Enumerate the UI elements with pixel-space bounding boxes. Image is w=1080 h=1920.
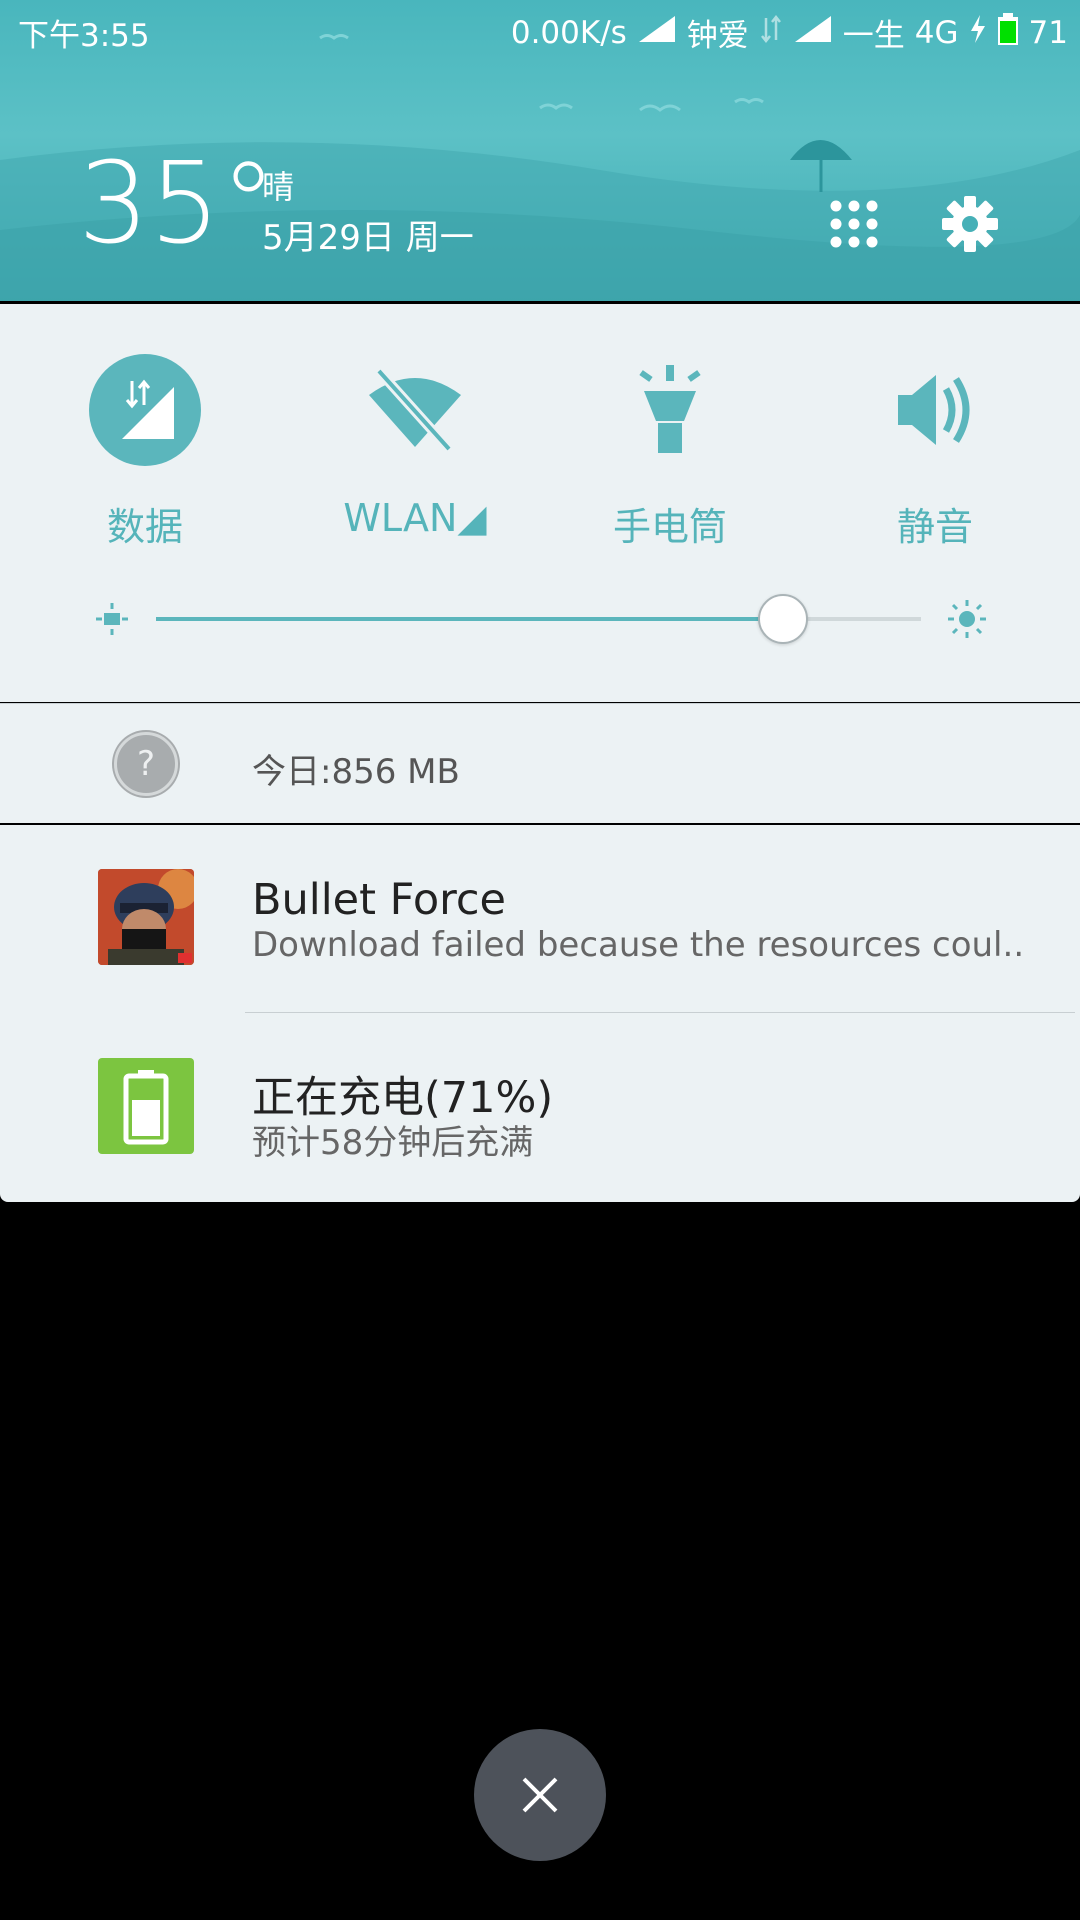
- temperature: 35°: [78, 139, 277, 269]
- signal-icon-2: [793, 14, 833, 52]
- help-icon: ?: [114, 732, 178, 796]
- notification-bullet-force[interactable]: Bullet Force Download failed because the…: [0, 825, 1080, 1013]
- tile-label: 手电筒: [612, 505, 727, 549]
- gear-icon: [942, 196, 998, 252]
- tile-flashlight[interactable]: 手电筒: [560, 354, 780, 551]
- tile-mobile-data[interactable]: 数据: [35, 354, 255, 551]
- close-icon: [522, 1777, 558, 1813]
- wifi-off-icon: [359, 354, 471, 466]
- data-usage-text: 今日:856 MB: [252, 752, 460, 792]
- notification-charging[interactable]: 正在充电(71%) 预计58分钟后充满: [0, 1013, 1080, 1201]
- brightness-thumb[interactable]: [758, 594, 809, 644]
- notification-subtitle: 预计58分钟后充满: [252, 1123, 534, 1163]
- settings-button[interactable]: [940, 194, 1000, 254]
- tile-label: 数据: [106, 505, 183, 549]
- battery-icon: [997, 12, 1019, 53]
- brightness-slider[interactable]: [96, 594, 986, 644]
- status-time: 下午3:55: [18, 18, 150, 54]
- tile-label: WLAN◢: [343, 496, 487, 540]
- notification-title: Bullet Force: [252, 875, 506, 925]
- brightness-track-fill: [156, 617, 784, 621]
- net-speed: 0.00K/s: [510, 14, 627, 51]
- mobile-data-icon: [89, 354, 201, 466]
- battery-percent: 71: [1028, 14, 1068, 51]
- tile-wlan[interactable]: WLAN◢: [305, 354, 525, 540]
- grid-icon: [830, 200, 878, 248]
- notification-subtitle: Download failed because the resources co…: [252, 925, 1025, 965]
- tile-label: 静音: [896, 505, 973, 549]
- toggles-grid-button[interactable]: [828, 198, 880, 250]
- network-type: 4G: [914, 14, 959, 51]
- carrier-2: 一生: [842, 18, 905, 54]
- notification-list: Bullet Force Download failed because the…: [0, 825, 1080, 1202]
- notification-header: 下午3:55 0.00K/s 钟爱 一生 4G 71 35° 晴 5月29日 周…: [0, 0, 1080, 301]
- flashlight-icon: [614, 354, 726, 466]
- volume-icon: [879, 354, 991, 466]
- data-transfer-icon: [759, 14, 783, 52]
- status-bar: 下午3:55 0.00K/s 钟爱 一生 4G 71: [0, 0, 1080, 62]
- charging-bolt-icon: [969, 14, 987, 52]
- carrier-1: 钟爱: [686, 18, 749, 54]
- brightness-high-icon: [948, 600, 986, 638]
- weather-condition: 晴: [262, 168, 295, 206]
- brightness-track[interactable]: [156, 594, 921, 644]
- quick-settings-panel: 数据 WLAN◢ 手电筒 静音: [0, 304, 1080, 702]
- clear-notifications-button[interactable]: [474, 1729, 606, 1861]
- brightness-low-icon: [96, 603, 128, 635]
- data-usage-row[interactable]: ? 今日:856 MB: [0, 703, 1080, 823]
- weather-date: 5月29日 周一: [262, 218, 474, 258]
- battery-charging-icon: [98, 1058, 194, 1154]
- tile-mute[interactable]: 静音: [825, 354, 1045, 551]
- signal-icon-1: [637, 14, 677, 52]
- bullet-force-app-icon: [98, 869, 194, 965]
